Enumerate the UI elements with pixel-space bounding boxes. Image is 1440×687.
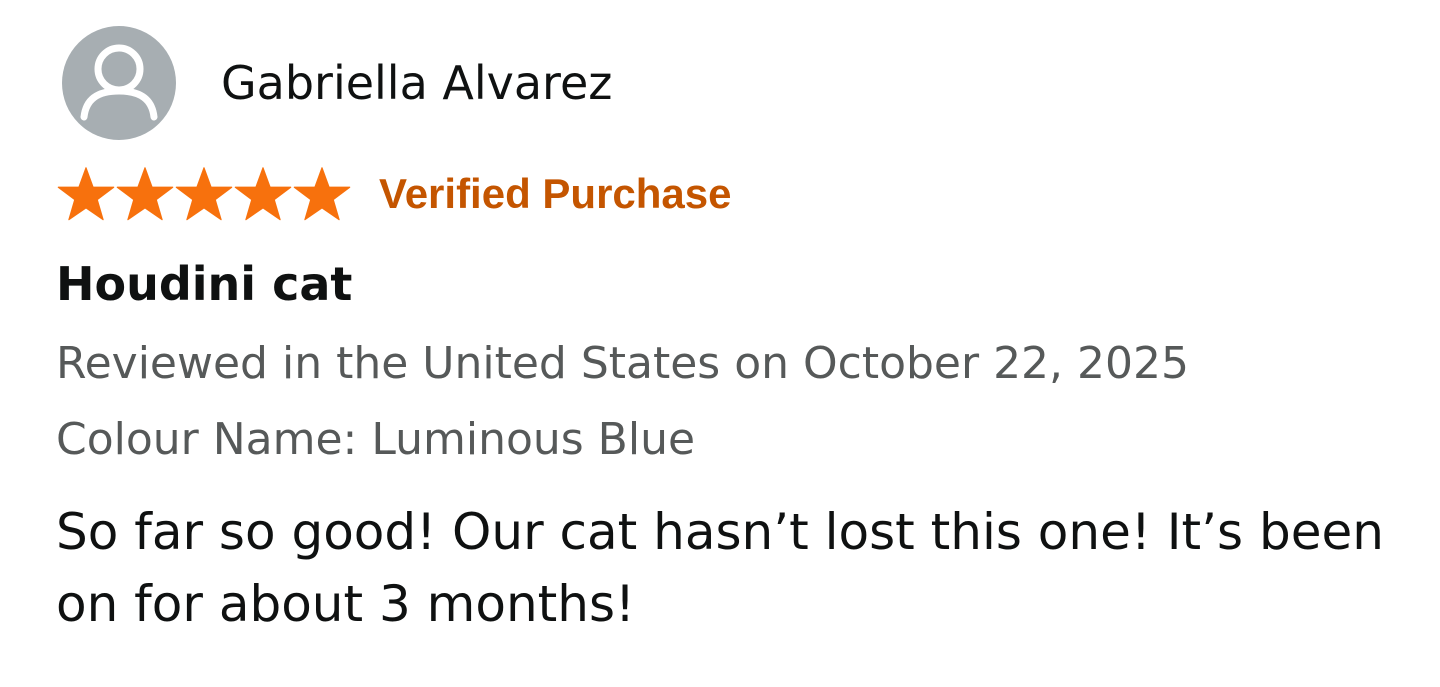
rating-row: Verified Purchase <box>56 166 732 222</box>
star-icon <box>293 167 351 221</box>
star-icon <box>234 167 292 221</box>
star-icon <box>175 167 233 221</box>
star-rating[interactable] <box>56 166 351 222</box>
review-card: Gabriella Alvarez Verified Purchase Houd… <box>0 0 1440 687</box>
product-variant: Colour Name: Luminous Blue <box>56 414 696 465</box>
review-body: So far so good! Our cat hasn’t lost this… <box>56 503 1384 633</box>
review-title[interactable]: Houdini cat <box>56 258 352 311</box>
review-date: Reviewed in the United States on October… <box>56 338 1189 389</box>
reviewer-name[interactable]: Gabriella Alvarez <box>221 60 612 106</box>
verified-purchase-badge: Verified Purchase <box>379 170 732 217</box>
star-icon <box>57 167 115 221</box>
default-profile-icon[interactable] <box>62 26 176 140</box>
star-icon <box>116 167 174 221</box>
reviewer-profile[interactable]: Gabriella Alvarez <box>62 26 612 140</box>
